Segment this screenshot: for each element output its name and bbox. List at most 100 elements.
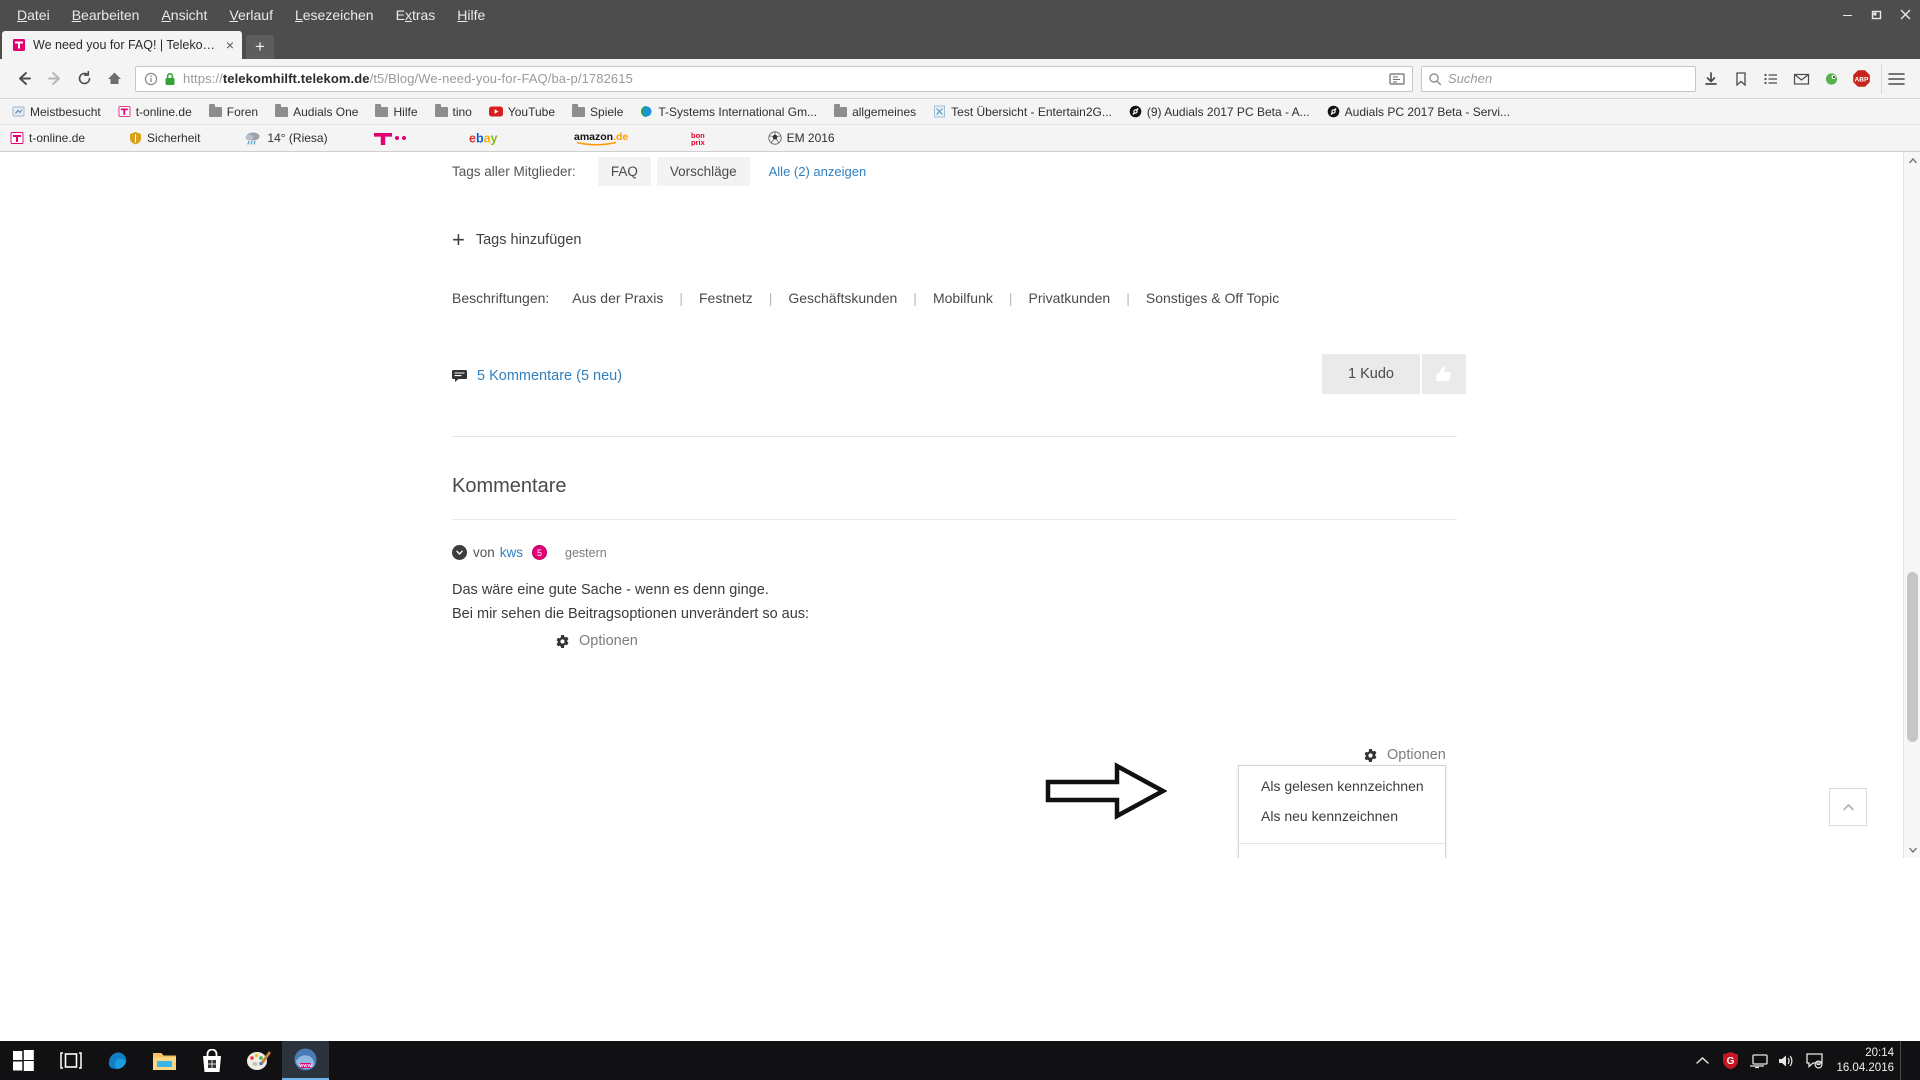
bookmark2-ebay[interactable]: ebay [469, 130, 516, 146]
browser-tab-active[interactable]: We need you for FAQ! | Telekom... × [2, 31, 242, 59]
scrollbar-thumb[interactable] [1907, 572, 1918, 742]
von-label: von [473, 545, 495, 560]
post-options-menu[interactable]: Als gelesen kennzeichnen Als neu kennzei… [1238, 765, 1446, 858]
taskbar-firefox[interactable]: WWW [282, 1041, 329, 1080]
tags-show-all-link[interactable]: Alle (2) anzeigen [769, 164, 867, 179]
taskbar-paint[interactable] [235, 1041, 282, 1080]
label-festnetz[interactable]: Festnetz [699, 290, 753, 306]
volume-icon[interactable] [1772, 1041, 1800, 1080]
label-aus-der-praxis[interactable]: Aus der Praxis [572, 290, 663, 306]
comment-author-link[interactable]: kws [500, 545, 523, 560]
back-arrow-icon[interactable] [9, 64, 39, 94]
bookmark2-wetter[interactable]: 14° (Riesa) [244, 131, 328, 145]
menu-datei[interactable]: Datei [6, 3, 61, 27]
comments-link[interactable]: 5 Kommentare (5 neu) [477, 368, 622, 384]
bookmark-t-online[interactable]: t-online.de [118, 105, 192, 119]
addon-icon[interactable] [1816, 64, 1846, 94]
bookmark-spiele[interactable]: Spiele [572, 103, 623, 119]
start-button[interactable] [0, 1041, 47, 1080]
taskbar-edge[interactable] [94, 1041, 141, 1080]
label-geschaeftskunden[interactable]: Geschäftskunden [788, 290, 897, 306]
bookmark-foren[interactable]: Foren [208, 103, 258, 119]
bookmark-hilfe[interactable]: Hilfe [375, 103, 418, 119]
show-desktop-button[interactable] [1900, 1041, 1908, 1080]
forward-arrow-icon[interactable] [39, 64, 69, 94]
close-icon[interactable] [1891, 0, 1920, 29]
chevron-up-icon[interactable] [1688, 1041, 1716, 1080]
scroll-down-icon[interactable] [1904, 841, 1920, 858]
minimize-icon[interactable] [1833, 0, 1862, 29]
kudos-count[interactable]: 1 Kudo [1322, 354, 1420, 394]
menu-extras[interactable]: Extras [385, 3, 447, 27]
search-bar[interactable]: Suchen [1421, 65, 1696, 92]
address-bar[interactable]: https://telekomhilft.telekom.de/t5/Blog/… [135, 65, 1413, 92]
bookmark-audials-beta-servi[interactable]: Audials PC 2017 Beta - Servi... [1327, 105, 1510, 119]
bookmark2-telekom[interactable] [372, 131, 415, 146]
tag-chip-vorschlaege[interactable]: Vorschläge [656, 157, 750, 186]
divider [452, 436, 1457, 437]
menu-item-als-gelesen-kennzeichnen[interactable]: Als gelesen kennzeichnen [1239, 771, 1445, 801]
bookmark-audials-one[interactable]: Audials One [275, 103, 359, 119]
scroll-up-icon[interactable] [1904, 152, 1920, 169]
action-center-icon[interactable] [1800, 1041, 1828, 1080]
download-icon[interactable] [1696, 64, 1726, 94]
mail-icon[interactable] [1786, 64, 1816, 94]
bookmark2-bonprix[interactable]: bon prix [691, 130, 724, 146]
label-sonstiges-off-topic[interactable]: Sonstiges & Off Topic [1146, 290, 1279, 306]
label-mobilfunk[interactable]: Mobilfunk [933, 290, 993, 306]
bookmark-label: Test Übersicht - Entertain2G... [951, 104, 1112, 119]
label-privatkunden[interactable]: Privatkunden [1029, 290, 1111, 306]
bookmark-label: Audials One [293, 104, 359, 119]
thumbs-up-icon[interactable] [1421, 354, 1466, 394]
taskbar-clock[interactable]: 20:14 16.04.2016 [1836, 1046, 1894, 1076]
comment-options-button[interactable]: Optionen [555, 633, 1903, 649]
add-tags-button[interactable]: + Tags hinzufügen [452, 229, 1903, 251]
task-view-button[interactable] [47, 1041, 94, 1080]
clock-date: 16.04.2016 [1836, 1061, 1894, 1074]
home-icon[interactable] [99, 64, 129, 94]
bookmark-tino[interactable]: tino [434, 103, 472, 119]
bookmark-allgemeines[interactable]: allgemeines [834, 103, 916, 119]
bookmark2-t-online[interactable]: t-online.de [10, 131, 85, 145]
reload-icon[interactable] [69, 64, 99, 94]
bookmark-audials-beta-a[interactable]: (9) Audials 2017 PC Beta - A... [1129, 105, 1310, 119]
close-icon[interactable]: × [226, 38, 234, 52]
url-text[interactable]: https://telekomhilft.telekom.de/t5/Blog/… [176, 71, 1389, 86]
bookmark2-em2016[interactable]: EM 2016 [767, 131, 835, 145]
taskbar-file-explorer[interactable] [141, 1041, 188, 1080]
g-data-icon[interactable]: G [1716, 1041, 1744, 1080]
bookmark-meistbesucht[interactable]: Meistbesucht [12, 105, 101, 119]
menu-item-als-neu-kennzeichnen[interactable]: Als neu kennzeichnen [1239, 801, 1445, 831]
rank-badge[interactable]: 5 [532, 545, 548, 560]
menu-hilfe[interactable]: Hilfe [446, 3, 496, 27]
menu-item-lesezeichen[interactable]: Lesezeichen [1239, 856, 1445, 858]
page-info-icon[interactable] [144, 72, 158, 86]
network-icon[interactable] [1744, 1041, 1772, 1080]
avatar-chevron-icon[interactable] [452, 545, 467, 560]
menu-lesezeichen[interactable]: Lesezeichen [284, 3, 385, 27]
tag-chip-faq[interactable]: FAQ [597, 157, 651, 186]
menu-ansicht[interactable]: Ansicht [150, 3, 218, 27]
taskbar-store[interactable] [188, 1041, 235, 1080]
bookmark-t-systems[interactable]: T-Systems International Gm... [640, 105, 817, 119]
bookmark2-sicherheit[interactable]: Sicherheit [129, 131, 200, 145]
bookmark-test-uebersicht[interactable]: Test Übersicht - Entertain2G... [933, 105, 1112, 119]
bookmark-label: Sicherheit [147, 131, 201, 145]
hamburger-menu-icon[interactable] [1881, 63, 1911, 94]
bookmark2-amazon[interactable]: amazon.de [574, 130, 639, 146]
menu-verlauf[interactable]: Verlauf [218, 3, 284, 27]
adblock-plus-icon[interactable]: ABP [1846, 64, 1876, 94]
back-to-top-icon[interactable] [1829, 788, 1867, 826]
search-input[interactable]: Suchen [1448, 71, 1492, 86]
bookmark-icon[interactable] [1726, 64, 1756, 94]
bookmark-youtube[interactable]: YouTube [488, 105, 555, 119]
most-visited-icon [12, 105, 25, 118]
reading-list-icon[interactable] [1756, 64, 1786, 94]
reader-view-icon[interactable] [1389, 72, 1405, 86]
post-options-button[interactable]: Optionen [1363, 747, 1446, 763]
page-scrollbar[interactable] [1903, 152, 1920, 858]
new-tab-button[interactable]: + [246, 35, 274, 59]
menu-bearbeiten[interactable]: Bearbeiten [61, 3, 151, 27]
maximize-icon[interactable] [1862, 0, 1891, 29]
bookmark-label: T-Systems International Gm... [658, 104, 818, 119]
